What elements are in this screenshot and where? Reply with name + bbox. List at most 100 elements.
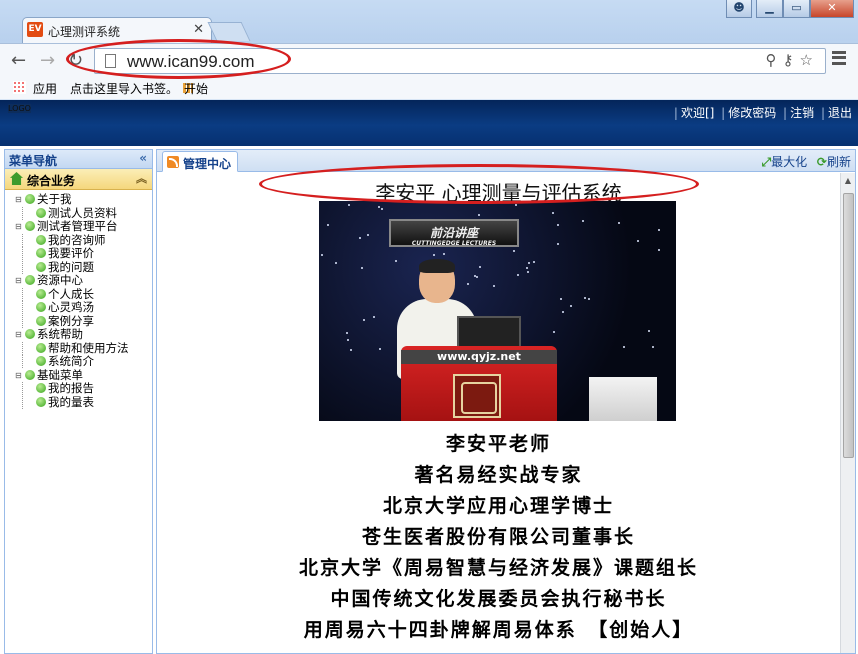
star-dot	[552, 212, 554, 214]
app-logo: LOGO	[8, 104, 31, 113]
minimize-icon[interactable]: ▁	[756, 0, 783, 18]
star-dot	[584, 297, 586, 299]
collapse-sidebar-icon[interactable]: «	[139, 151, 147, 165]
refresh-icon: ⟳	[816, 155, 827, 169]
podium-site-text: www.qyjz.net	[401, 350, 557, 364]
tree-item[interactable]: 我的咨询师	[15, 233, 152, 248]
tree-group-label: 测试者管理平台	[37, 219, 118, 233]
expand-toggle-icon[interactable]: ⊟	[15, 220, 22, 234]
star-dot	[321, 254, 323, 256]
tree-item[interactable]: 我的报告	[15, 381, 152, 396]
star-dot	[588, 298, 590, 300]
bookmark-apps[interactable]: 应用	[33, 80, 57, 97]
tree-group-label: 基础菜单	[37, 367, 83, 382]
tab-title: 心理测评系统	[48, 25, 121, 39]
star-dot	[381, 208, 383, 210]
new-tab-button[interactable]	[207, 22, 251, 41]
forward-icon[interactable]: →	[40, 50, 55, 71]
tree-item[interactable]: 我要评价	[15, 246, 152, 261]
star-dot	[433, 254, 435, 256]
star-dot	[367, 234, 369, 236]
main-tools: ⤢最大化 ⟳刷新	[755, 153, 851, 170]
welcome-link[interactable]: 欢迎[]	[681, 106, 714, 120]
tree-item-label: 案例分享	[48, 313, 94, 328]
tree-item[interactable]: 案例分享	[15, 313, 152, 329]
scroll-thumb[interactable]	[843, 193, 854, 458]
laptop-icon	[457, 316, 521, 350]
tree-item-label: 心灵鸡汤	[48, 300, 94, 314]
bio-line: 北京大学《周易智慧与经济发展》课题组长	[298, 557, 698, 579]
tree-item[interactable]: 个人成长	[15, 287, 152, 302]
logout-link[interactable]: 注销	[790, 106, 814, 120]
url-text[interactable]: www.ican99.com	[127, 52, 255, 72]
expand-toggle-icon[interactable]: ⊟	[15, 328, 22, 342]
user-icon[interactable]: ☻	[726, 0, 752, 18]
bio-line: 北京大学应用心理学博士	[382, 495, 614, 517]
sidebar-section[interactable]: 综合业务 ︽	[5, 169, 152, 190]
star-dot	[348, 204, 350, 206]
star-dot	[658, 249, 660, 251]
expand-toggle-icon[interactable]: ⊟	[15, 369, 22, 383]
back-icon[interactable]: ←	[11, 50, 26, 71]
close-window-icon[interactable]: ✕	[810, 0, 854, 18]
tree-group[interactable]: ⊟ 关于我	[15, 192, 152, 207]
star-dot	[637, 240, 639, 242]
maximize-window-icon[interactable]: ▭	[783, 0, 810, 18]
node-icon	[36, 396, 46, 407]
browser-menu-icon[interactable]	[832, 51, 846, 65]
node-icon	[25, 369, 35, 380]
tab-management-center[interactable]: 管理中心	[162, 151, 239, 172]
site-favicon-icon: EV	[27, 22, 43, 37]
expand-toggle-icon[interactable]: ⊟	[15, 274, 22, 288]
tree-item[interactable]: 测试人员资料	[15, 206, 152, 221]
bookmark-star-icon[interactable]: ☆	[800, 51, 819, 69]
zoom-icon[interactable]: ⚲	[766, 51, 783, 69]
close-tab-icon[interactable]: ✕	[193, 22, 204, 37]
tree-group-label: 关于我	[37, 192, 72, 206]
scroll-up-icon[interactable]: ▲	[841, 173, 855, 189]
podium-logo	[453, 374, 501, 418]
browser-chrome: EV 心理测评系统 ✕ ☻ ▁ ▭ ✕ ← → ↻ www.ican99.com…	[0, 0, 858, 100]
exit-link[interactable]: 退出	[828, 106, 852, 120]
tree-item-label: 帮助和使用方法	[48, 340, 129, 355]
expand-toggle-icon[interactable]: ⊟	[15, 193, 22, 207]
node-icon	[36, 356, 46, 366]
collapse-section-icon[interactable]: ︽	[136, 170, 147, 186]
bio-line: 著名易经实战专家	[414, 464, 583, 486]
key-icon[interactable]: ⚷	[783, 51, 800, 69]
browser-tab[interactable]: EV 心理测评系统 ✕	[22, 17, 212, 43]
change-password-link[interactable]: 修改密码	[728, 106, 776, 120]
apps-grid-icon[interactable]	[13, 81, 26, 94]
tree-item[interactable]: 我的问题	[15, 260, 152, 275]
bookmark-import[interactable]: 点击这里导入书签。	[70, 80, 178, 97]
node-icon	[25, 275, 35, 285]
sidebar-header: 菜单导航 «	[5, 150, 152, 169]
tab-label: 管理中心	[183, 157, 232, 171]
star-dot	[346, 332, 348, 334]
refresh-button[interactable]: ⟳刷新	[817, 155, 851, 169]
banner-subtext: CUTTINGEDGE LECTURES	[411, 240, 497, 247]
tree-item[interactable]: 心灵鸡汤	[15, 300, 152, 315]
tree-item[interactable]: 我的量表	[15, 395, 152, 410]
star-dot	[582, 220, 584, 222]
tree-item[interactable]: 帮助和使用方法	[15, 340, 152, 356]
reload-icon[interactable]: ↻	[68, 50, 83, 71]
node-icon	[36, 248, 46, 258]
tree-item[interactable]: 系统简介	[15, 354, 152, 369]
star-dot	[557, 224, 559, 226]
address-bar[interactable]: www.ican99.com ⚲⚷☆	[94, 48, 826, 74]
vertical-scrollbar[interactable]: ▲	[840, 173, 855, 653]
content-area: 李安平 心理测量与评估系统 前沿讲座 CUTTINGEDGE LECTURES …	[157, 173, 840, 653]
node-icon	[25, 329, 35, 339]
tree-group[interactable]: ⊟ 资源中心	[15, 273, 152, 288]
star-dot	[648, 330, 650, 332]
star-dot	[515, 204, 517, 206]
bookmark-start[interactable]: 开始	[184, 80, 208, 97]
tree-group[interactable]: ⊟ 测试者管理平台	[15, 219, 152, 234]
tree-group[interactable]: ⊟ 系统帮助	[15, 327, 152, 342]
star-dot	[363, 319, 365, 321]
star-dot	[557, 243, 559, 245]
maximize-button[interactable]: ⤢最大化	[761, 155, 807, 169]
tree-group[interactable]: ⊟ 基础菜单	[15, 367, 152, 383]
sidebar-title: 菜单导航	[9, 154, 58, 168]
